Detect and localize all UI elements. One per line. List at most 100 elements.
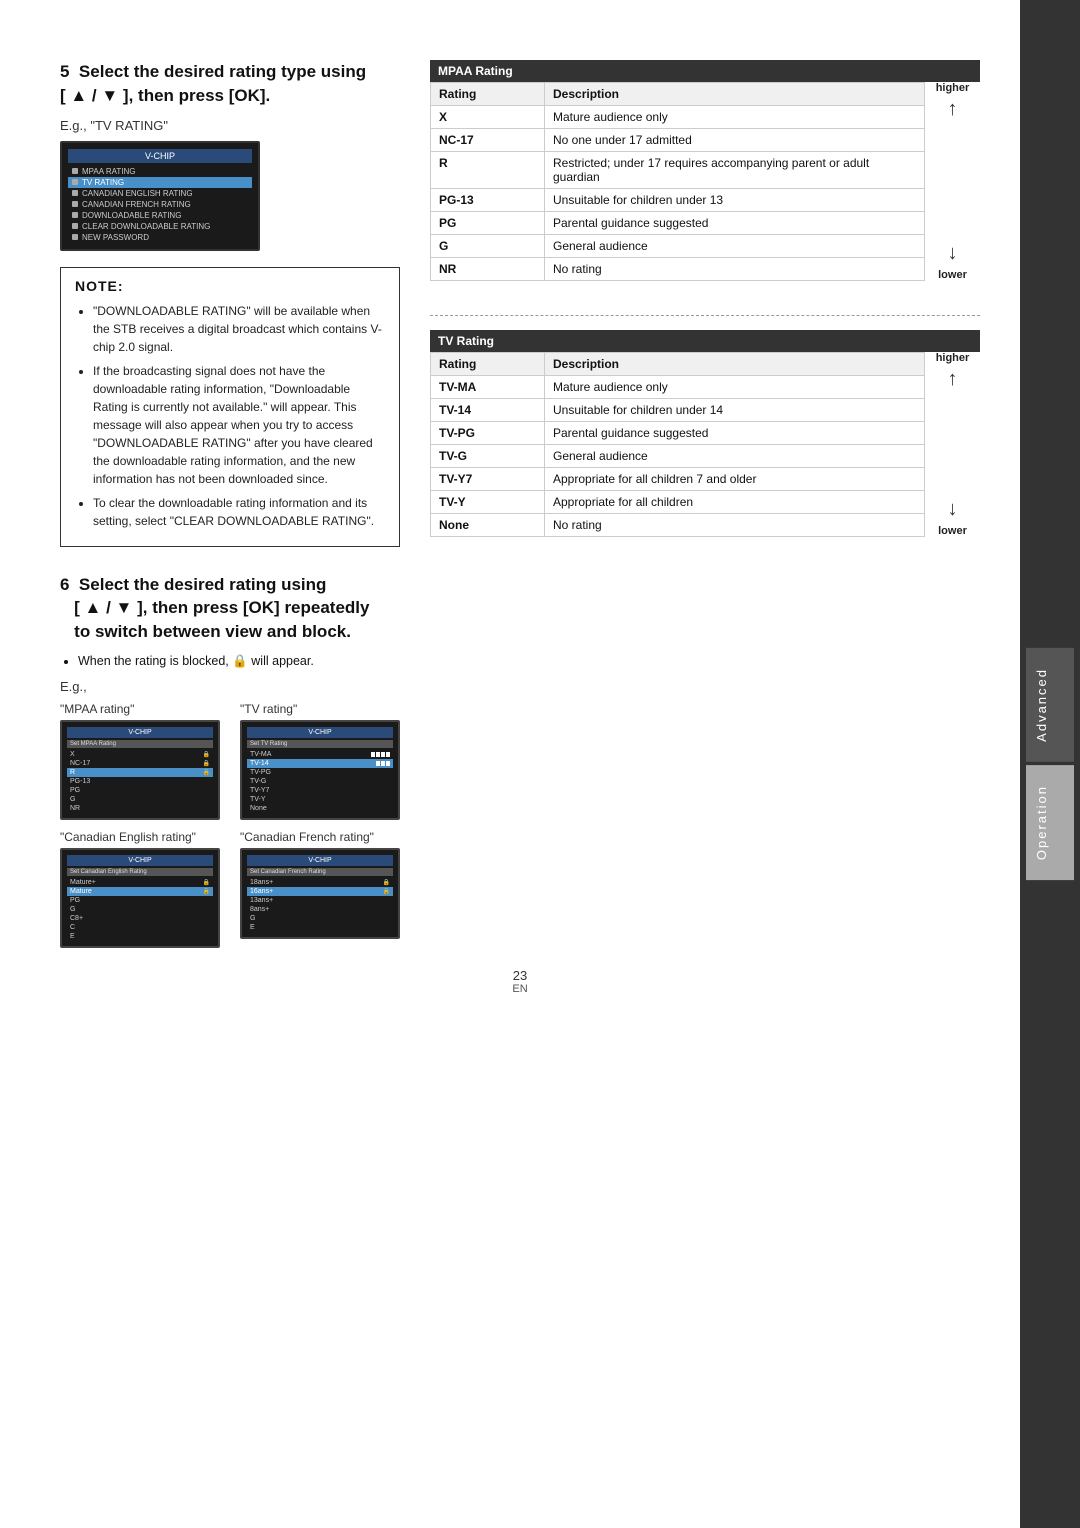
bar bbox=[376, 752, 380, 757]
main-content: 5 Select the desired rating type using[ … bbox=[0, 0, 1020, 1528]
rating-tvy7: TV-Y7 bbox=[431, 468, 545, 491]
page-num-value: 23 bbox=[513, 968, 527, 983]
lock-icon: 🔒 bbox=[203, 888, 210, 895]
bar bbox=[386, 752, 390, 757]
eg-mpaa-header: V-CHIP bbox=[67, 727, 213, 738]
rating-nc17: NC-17 bbox=[431, 129, 545, 152]
eg-can-fr-16: 16ans+ 🔒 bbox=[247, 887, 393, 896]
step6-eg-main-label: E.g., bbox=[60, 679, 980, 694]
desc-nc17: No one under 17 admitted bbox=[545, 129, 925, 152]
table-row: R Restricted; under 17 requires accompan… bbox=[431, 152, 925, 189]
rating-pg: PG bbox=[431, 212, 545, 235]
step5-screen: V-CHIP MPAA RATING TV RATING CANADIAN EN… bbox=[60, 141, 260, 251]
step5-number: 5 bbox=[60, 62, 69, 81]
table-row: PG Parental guidance suggested bbox=[431, 212, 925, 235]
table-row: TV-Y Appropriate for all children bbox=[431, 491, 925, 514]
mpaa-arrow-up: ↑ bbox=[948, 98, 958, 121]
rating-pg13: PG-13 bbox=[431, 189, 545, 212]
lock-icon: 🔒 bbox=[203, 769, 210, 776]
eg-tv-14: TV-14 bbox=[247, 759, 393, 768]
eg-can-en-c: C bbox=[67, 923, 213, 932]
eg-can-fr-caption: "Canadian French rating" bbox=[240, 830, 374, 844]
tv-higher-label: higher bbox=[936, 352, 970, 364]
eg-mpaa-r: R 🔒 bbox=[67, 768, 213, 777]
step5-section: 5 Select the desired rating type using[ … bbox=[60, 60, 980, 563]
mpaa-lower-label: lower bbox=[938, 269, 967, 281]
tv-lower-label: lower bbox=[938, 525, 967, 537]
table-row: PG-13 Unsuitable for children under 13 bbox=[431, 189, 925, 212]
eg-mpaa-pg: PG bbox=[67, 786, 213, 795]
eg-can-fr-g: G bbox=[247, 914, 393, 923]
eg-mpaa-nc17: NC-17 🔒 bbox=[67, 759, 213, 768]
menu-indicator bbox=[72, 223, 78, 229]
eg-can-en-g: G bbox=[67, 905, 213, 914]
right-sidebar: Advanced Operation bbox=[1020, 0, 1080, 1528]
tv-table-wrapper: Rating Description TV-MA Mature audience… bbox=[430, 352, 980, 537]
eg-mpaa-g: G bbox=[67, 795, 213, 804]
menu-indicator bbox=[72, 212, 78, 218]
eg-tv-y7: TV-Y7 bbox=[247, 786, 393, 795]
lock-icon: 🔒 bbox=[203, 751, 210, 758]
rating-nr: NR bbox=[431, 258, 545, 281]
step6-eg-section: E.g., "MPAA rating" V-CHIP Set MPAA Rati… bbox=[60, 679, 980, 948]
desc-tvy: Appropriate for all children bbox=[545, 491, 925, 514]
table-row: TV-G General audience bbox=[431, 445, 925, 468]
mpaa-arrow-down: ↓ bbox=[948, 242, 958, 265]
menu-indicator bbox=[72, 201, 78, 207]
section-divider bbox=[430, 315, 980, 316]
eg-can-en-pg: PG bbox=[67, 896, 213, 905]
table-row: TV-PG Parental guidance suggested bbox=[431, 422, 925, 445]
desc-tvpg: Parental guidance suggested bbox=[545, 422, 925, 445]
tv-col-rating: Rating bbox=[431, 353, 545, 376]
right-column: MPAA Rating Rating Description bbox=[430, 60, 980, 563]
eg-can-en-subheader: Set Canadian English Rating bbox=[67, 868, 213, 876]
sidebar-tab-advanced[interactable]: Advanced bbox=[1026, 648, 1074, 762]
table-row: G General audience bbox=[431, 235, 925, 258]
step6-bullet-1: When the rating is blocked, 🔒 will appea… bbox=[78, 654, 980, 669]
eg-can-fr-subheader: Set Canadian French Rating bbox=[247, 868, 393, 876]
rating-tvg: TV-G bbox=[431, 445, 545, 468]
tv-table: Rating Description TV-MA Mature audience… bbox=[430, 352, 925, 537]
note-title: NOTE: bbox=[75, 278, 385, 294]
mpaa-col-description: Description bbox=[545, 83, 925, 106]
page-container: 5 Select the desired rating type using[ … bbox=[0, 0, 1080, 1528]
note-list: "DOWNLOADABLE RATING" will be available … bbox=[75, 302, 385, 530]
bar bbox=[381, 752, 385, 757]
step6-bullet-list: When the rating is blocked, 🔒 will appea… bbox=[60, 654, 980, 669]
menu-item-pw: NEW PASSWORD bbox=[68, 232, 252, 243]
tv-arrow-down: ↓ bbox=[948, 498, 958, 521]
table-row: TV-MA Mature audience only bbox=[431, 376, 925, 399]
eg-can-en-caption: "Canadian English rating" bbox=[60, 830, 196, 844]
desc-nr: No rating bbox=[545, 258, 925, 281]
eg-can-fr-e: E bbox=[247, 923, 393, 932]
lock-icon: 🔒 bbox=[203, 879, 210, 886]
eg-can-en: "Canadian English rating" V-CHIP Set Can… bbox=[60, 830, 220, 948]
eg-can-en-e: E bbox=[67, 932, 213, 941]
desc-tvg: General audience bbox=[545, 445, 925, 468]
tv-rating-header: TV Rating bbox=[430, 330, 980, 352]
bar bbox=[371, 752, 375, 757]
eg-tv-screen: V-CHIP Set TV Rating TV-MA TV-14 bbox=[240, 720, 400, 820]
eg-can-en-c8: C8+ bbox=[67, 914, 213, 923]
eg-tv-g: TV-G bbox=[247, 777, 393, 786]
tv-bars bbox=[371, 752, 390, 757]
mpaa-rating-section: MPAA Rating Rating Description bbox=[430, 60, 980, 281]
eg-mpaa-subheader: Set MPAA Rating bbox=[67, 740, 213, 748]
rating-x: X bbox=[431, 106, 545, 129]
eg-tv-caption: "TV rating" bbox=[240, 702, 297, 716]
eg-can-fr-8: 8ans+ bbox=[247, 905, 393, 914]
menu-item-cfr: CANADIAN FRENCH RATING bbox=[68, 199, 252, 210]
screen-header: V-CHIP bbox=[68, 149, 252, 163]
mpaa-table-wrapper: Rating Description X Mature audience onl… bbox=[430, 82, 980, 281]
menu-indicator bbox=[72, 168, 78, 174]
menu-item-cdl: CLEAR DOWNLOADABLE RATING bbox=[68, 221, 252, 232]
note-bullet-1: "DOWNLOADABLE RATING" will be available … bbox=[93, 302, 385, 356]
sidebar-tab-operation[interactable]: Operation bbox=[1026, 765, 1074, 880]
mpaa-higher-lower: higher ↑ ↓ lower bbox=[925, 82, 980, 281]
desc-tvma: Mature audience only bbox=[545, 376, 925, 399]
note-bullet-3: To clear the downloadable rating informa… bbox=[93, 494, 385, 530]
eg-tv-subheader: Set TV Rating bbox=[247, 740, 393, 748]
eg-tv-ma: TV-MA bbox=[247, 750, 393, 759]
eg-mpaa-nr: NR bbox=[67, 804, 213, 813]
rating-tvy: TV-Y bbox=[431, 491, 545, 514]
